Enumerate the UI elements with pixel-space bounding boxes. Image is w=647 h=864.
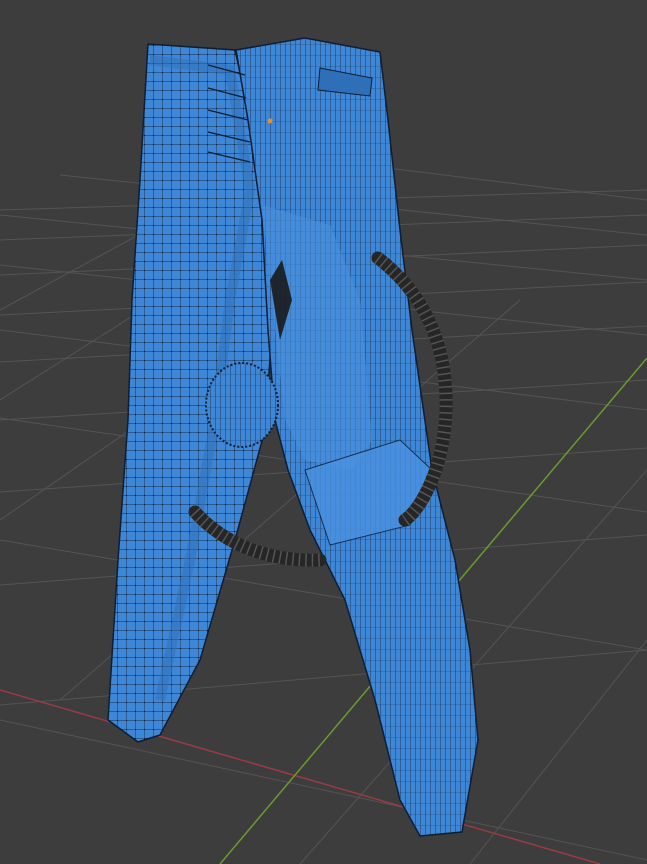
x-axis-line [0,689,601,864]
pivot-disk-mesh[interactable] [205,362,279,448]
viewport-canvas[interactable] [0,0,647,864]
object-origin-marker[interactable] [267,118,273,124]
3d-viewport[interactable] [0,0,647,864]
